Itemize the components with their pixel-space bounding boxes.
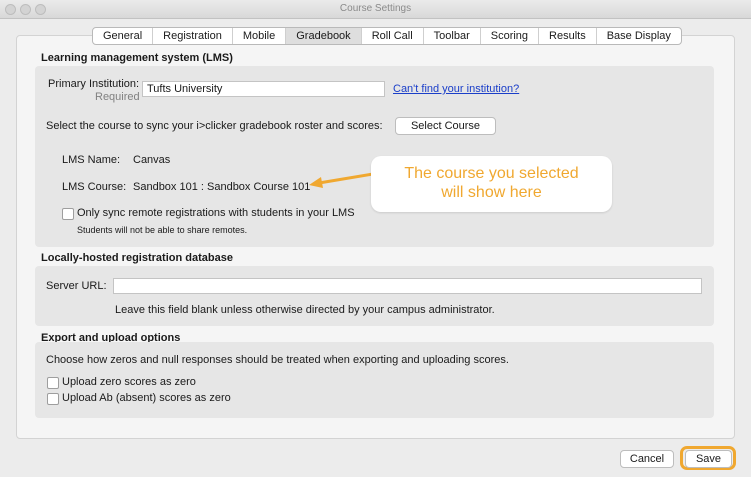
tab-scoring[interactable]: Scoring xyxy=(481,28,540,44)
tab-results[interactable]: Results xyxy=(539,28,597,44)
title-bar: Course Settings xyxy=(0,0,751,19)
upload-absent-checkbox[interactable] xyxy=(47,393,59,405)
lms-name-label: LMS Name: xyxy=(62,154,121,166)
upload-zero-checkbox[interactable] xyxy=(47,377,59,389)
tab-general[interactable]: General xyxy=(93,28,154,44)
select-course-button[interactable]: Select Course xyxy=(395,117,496,135)
export-prompt: Choose how zeros and null responses shou… xyxy=(46,354,509,366)
lms-course-value: Sandbox 101 : Sandbox Course 101 xyxy=(133,181,311,193)
cant-find-institution-link[interactable]: Can't find your institution? xyxy=(393,83,519,95)
server-url-label: Server URL: xyxy=(46,280,107,292)
tab-roll-call[interactable]: Roll Call xyxy=(362,28,424,44)
lms-section-title: Learning management system (LMS) xyxy=(41,52,233,64)
callout-line-2: will show here xyxy=(441,184,542,201)
tab-toolbar[interactable]: Toolbar xyxy=(424,28,481,44)
tab-registration[interactable]: Registration xyxy=(153,28,233,44)
sync-remote-label: Only sync remote registrations with stud… xyxy=(77,207,355,219)
callout-line-1: The course you selected xyxy=(404,165,579,182)
tab-gradebook[interactable]: Gradebook xyxy=(286,28,362,44)
institution-input[interactable]: Tufts University xyxy=(142,81,385,97)
save-button[interactable]: Save xyxy=(685,450,732,468)
tab-base-display[interactable]: Base Display xyxy=(597,28,681,44)
window-title: Course Settings xyxy=(339,3,412,14)
select-course-prompt: Select the course to sync your i>clicker… xyxy=(46,120,383,132)
institution-required-label: Required xyxy=(95,91,140,103)
settings-tabs: General Registration Mobile Gradebook Ro… xyxy=(92,27,682,45)
sync-remote-checkbox[interactable] xyxy=(62,208,74,220)
local-db-section-title: Locally-hosted registration database xyxy=(41,252,233,264)
sync-remote-note: Students will not be able to share remot… xyxy=(77,225,248,235)
server-url-hint: Leave this field blank unless otherwise … xyxy=(115,304,495,316)
annotation-callout: The course you selected will show here xyxy=(371,156,612,212)
tab-mobile[interactable]: Mobile xyxy=(233,28,287,44)
cancel-button[interactable]: Cancel xyxy=(620,450,674,468)
server-url-input[interactable] xyxy=(113,278,702,294)
lms-name-value: Canvas xyxy=(133,154,171,166)
upload-zero-label: Upload zero scores as zero xyxy=(62,376,196,388)
lms-course-label: LMS Course: xyxy=(62,181,127,193)
upload-absent-label: Upload Ab (absent) scores as zero xyxy=(62,392,231,404)
local-db-group xyxy=(35,266,714,326)
institution-label: Primary Institution: xyxy=(48,78,140,90)
